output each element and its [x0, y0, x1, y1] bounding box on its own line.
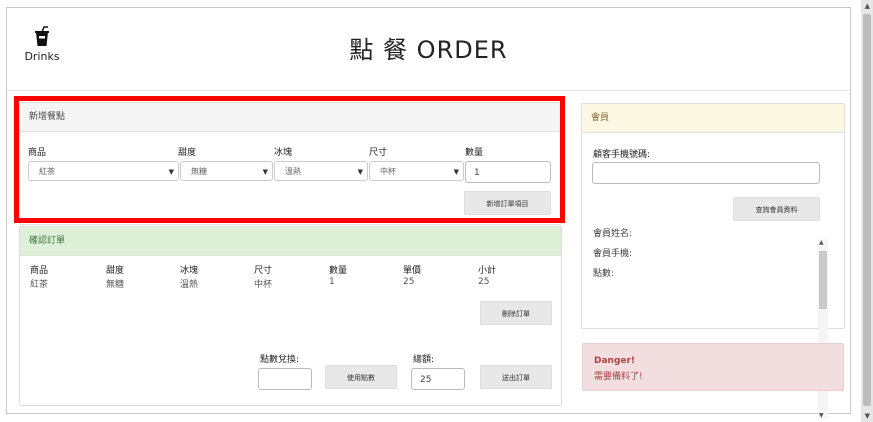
confirm-order-panel: 確認訂單 商品 甜度 冰塊 尺寸 數量 單價 小計 紅茶 無糖 溫熱 中杯 1 …	[19, 226, 562, 406]
member-mobile-label: 會員手機:	[593, 249, 633, 259]
member-panel: 會員 顧客手機號碼: 查詢會員資料 會員姓名: 會員手機: 點數: ▲ ▼	[581, 103, 845, 419]
column-header-size: 尺寸	[254, 266, 273, 276]
chevron-up-icon: ▲	[864, 2, 870, 10]
page-scrollbar-thumb[interactable]	[863, 14, 871, 406]
use-points-button[interactable]: 使用點數	[325, 365, 397, 389]
total-amount-value: 25	[420, 375, 432, 385]
query-member-button[interactable]: 查詢會員資料	[733, 197, 820, 221]
page-header: Drinks 點 餐 ORDER	[7, 8, 850, 91]
chevron-down-icon: ▼	[819, 412, 824, 419]
delete-order-button[interactable]: 刪除訂單	[480, 301, 552, 325]
member-scrollbar[interactable]: ▲ ▼	[818, 239, 828, 419]
column-header-product: 商品	[30, 266, 49, 276]
alert-title: Danger!	[594, 356, 636, 366]
column-header-sweetness: 甜度	[106, 266, 125, 276]
page-scrollbar[interactable]: ▲ ▼	[861, 0, 873, 422]
column-header-ice: 冰塊	[180, 266, 199, 276]
highlight-annotation	[14, 96, 565, 223]
total-amount-field[interactable]: 25	[411, 368, 465, 390]
page-title: 點 餐 ORDER	[349, 36, 508, 64]
order-row-sweetness: 無糖	[106, 280, 125, 290]
order-row-ice: 溫熱	[180, 280, 199, 290]
member-points-label: 點數:	[593, 269, 615, 279]
order-row-product: 紅茶	[30, 280, 49, 290]
customer-phone-input[interactable]	[592, 162, 820, 184]
confirm-order-heading: 確認訂單	[20, 227, 561, 256]
submit-order-button[interactable]: 送出訂單	[480, 365, 552, 389]
member-scrollbar-thumb[interactable]	[819, 251, 827, 309]
chevron-up-icon: ▲	[819, 239, 824, 246]
column-header-unit-price: 單價	[403, 266, 422, 276]
customer-phone-label: 顧客手機號碼:	[593, 150, 651, 160]
column-header-quantity: 數量	[329, 266, 348, 276]
chevron-down-icon: ▼	[864, 412, 870, 420]
order-row-quantity: 1	[329, 277, 335, 287]
member-heading: 會員	[582, 104, 844, 133]
member-name-label: 會員姓名:	[593, 229, 633, 239]
order-row-subtotal: 25	[478, 277, 490, 287]
points-redeem-label: 點數兌換:	[260, 355, 300, 365]
order-row-size: 中杯	[254, 280, 273, 290]
alert-message: 需要備料了!	[594, 372, 643, 382]
points-redeem-input[interactable]	[258, 368, 312, 390]
danger-alert: Danger! 需要備料了!	[582, 343, 844, 391]
column-header-subtotal: 小計	[478, 266, 497, 276]
order-row-unit-price: 25	[403, 277, 415, 287]
total-label: 總額:	[413, 355, 435, 365]
